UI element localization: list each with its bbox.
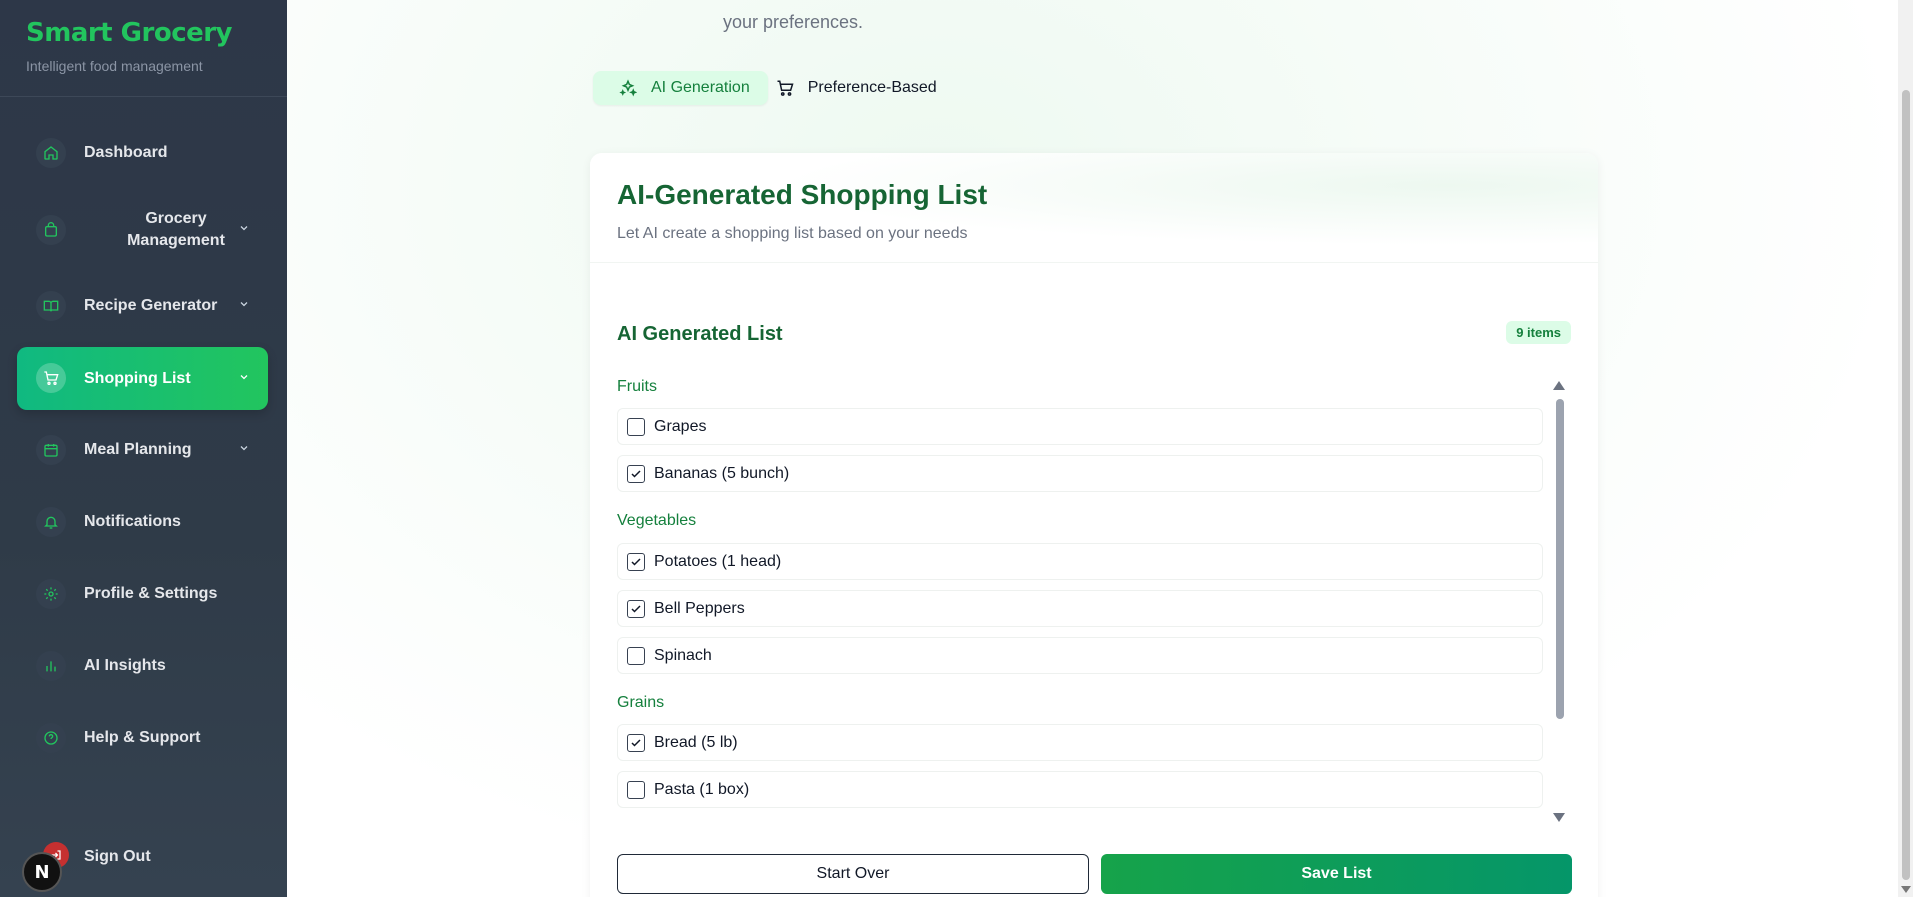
sidebar-item-label: Shopping List [84,369,191,387]
card-title: AI-Generated Shopping List [617,179,988,210]
list-scrollbar-thumb[interactable] [1556,399,1564,719]
sidebar-item-help-support[interactable]: Help & Support [17,713,268,763]
item-checkbox[interactable] [627,646,645,665]
page-scrollbar[interactable] [1898,0,1913,897]
scroll-up-arrow[interactable] [1553,381,1565,390]
save-list-button[interactable]: Save List [1101,854,1572,894]
list-item[interactable]: Potatoes (1 head) [617,543,1543,580]
item-checkbox[interactable] [627,733,645,752]
card-subtitle: Let AI create a shopping list based on y… [617,225,968,242]
item-label: Potatoes (1 head) [654,552,782,570]
list-item[interactable]: Spinach [617,637,1543,674]
item-checkbox[interactable] [627,417,645,436]
sidebar-item-label: Help & Support [84,729,201,746]
cart-icon [36,363,66,393]
book-icon [36,291,66,321]
start-over-button[interactable]: Start Over [617,854,1089,894]
check-icon [631,604,641,613]
sidebar-item-label: Notifications [84,513,181,530]
bar-chart-icon [36,651,66,681]
brand: Smart Grocery Intelligent food managemen… [26,18,233,74]
sidebar-item-ai-insights[interactable]: AI Insights [17,641,268,691]
page-scroll-down-arrow[interactable] [1901,886,1911,893]
intro-line: your preferences. [722,12,864,32]
category-vegetables: Vegetables [617,512,697,529]
sidebar-item-meal-planning[interactable]: Meal Planning [17,425,268,475]
chevron-down-icon [238,441,250,459]
sidebar-item-grocery-management[interactable]: Grocery Management [17,203,268,257]
item-label: Pasta (1 box) [654,780,750,798]
item-checkbox[interactable] [627,780,645,799]
list-item[interactable]: Pasta (1 box) [617,771,1543,808]
sparkles-icon [619,79,637,97]
sidebar-item-label: Meal Planning [84,441,192,458]
tab-preference-based[interactable]: Preference-Based [776,71,955,105]
list-title: AI Generated List [617,323,783,345]
generation-mode-tabs: AI Generation Preference-Based [593,71,955,105]
item-label: Bread (5 lb) [654,733,738,751]
item-checkbox[interactable] [627,464,645,483]
sidebar-item-label: Dashboard [84,144,168,161]
check-icon [631,738,641,747]
sidebar-divider [0,96,287,97]
sidebar-item-label: AI Insights [84,657,166,674]
home-icon [36,138,66,168]
bag-icon [36,215,66,245]
item-label: Grapes [654,417,707,435]
chevron-down-icon [238,370,250,388]
category-grains: Grains [617,694,665,711]
page-intro: your preferences. [287,6,1299,33]
card-header: AI-Generated Shopping List Let AI create… [590,153,1598,263]
sidebar-item-profile-settings[interactable]: Profile & Settings [17,569,268,619]
brand-subtitle: Intelligent food management [26,58,203,74]
tab-label: Preference-Based [807,79,937,96]
sidebar-item-label: Profile & Settings [84,585,218,602]
chevron-down-icon [238,297,250,315]
tab-ai-generation[interactable]: AI Generation [593,71,768,105]
list-item[interactable]: Bread (5 lb) [617,724,1543,761]
cart-icon [776,79,794,97]
sidebar-item-notifications[interactable]: Notifications [17,497,268,547]
chevron-down-icon [238,221,250,239]
calendar-icon [36,435,66,465]
sidebar-item-label: Grocery Management [127,210,225,249]
tab-label: AI Generation [651,79,750,96]
check-icon [631,469,641,478]
item-checkbox[interactable] [627,599,645,618]
item-checkbox[interactable] [627,552,645,571]
bell-icon [36,507,66,537]
list-item[interactable]: Bananas (5 bunch) [617,455,1543,492]
check-icon [631,557,641,566]
list-item[interactable]: Bell Peppers [617,590,1543,627]
item-label: Bell Peppers [654,599,745,617]
dev-tools-badge[interactable]: N [22,852,62,892]
category-fruits: Fruits [617,378,657,395]
item-count-badge: 9 items [1506,321,1571,344]
shopping-list-card: AI-Generated Shopping List Let AI create… [590,153,1598,897]
item-label: Spinach [654,646,712,664]
item-label: Bananas (5 bunch) [654,464,790,482]
signout-label: Sign Out [84,848,151,865]
page-scrollbar-thumb[interactable] [1902,90,1910,880]
sidebar: Smart Grocery Intelligent food managemen… [0,0,287,897]
sidebar-item-recipe-generator[interactable]: Recipe Generator [17,281,268,331]
brand-title: Smart Grocery [26,18,233,48]
help-circle-icon [36,723,66,753]
list-item[interactable]: Grapes [617,408,1543,445]
sidebar-item-dashboard[interactable]: Dashboard [17,128,268,178]
sidebar-item-shopping-list[interactable]: Shopping List [17,347,268,410]
gear-icon [36,579,66,609]
scroll-down-arrow[interactable] [1553,813,1565,822]
sidebar-item-label: Recipe Generator [84,297,218,314]
